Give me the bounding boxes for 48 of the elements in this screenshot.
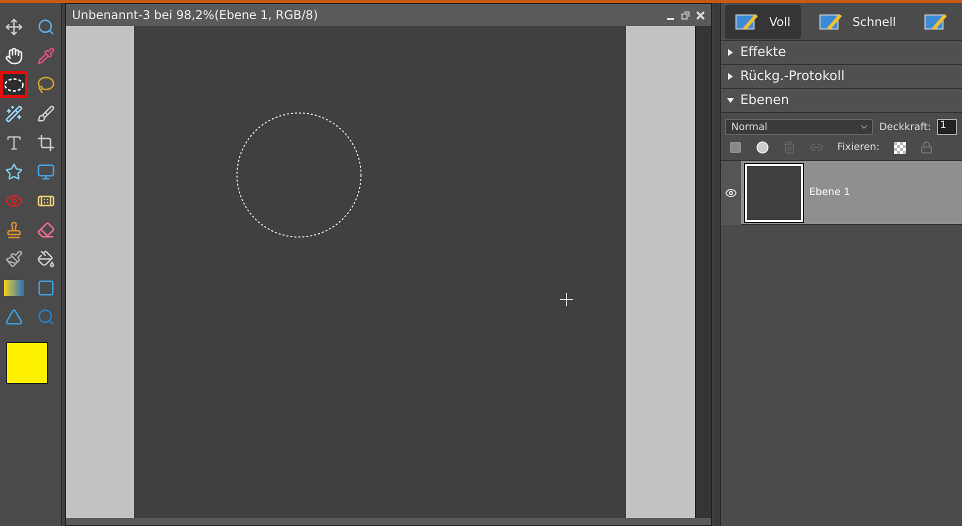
mode-tab[interactable]: Schnell	[808, 4, 906, 38]
crosshair-cursor-icon	[560, 293, 574, 306]
pencil-screen-icon	[818, 12, 843, 32]
gradient-icon	[4, 280, 24, 296]
lock-label: Fixieren:	[837, 142, 880, 153]
lasso-icon	[36, 76, 54, 94]
transparency-lock-icon[interactable]	[894, 142, 906, 154]
adjustment-circle-icon[interactable]	[756, 141, 770, 154]
eye-icon[interactable]	[725, 186, 738, 198]
rectangle-icon	[36, 278, 54, 296]
brush-icon	[36, 104, 54, 122]
panel-header[interactable]: Effekte	[721, 41, 962, 65]
pencil-screen-icon	[924, 12, 948, 32]
layer-name: Ebene 1	[809, 187, 850, 198]
collapse-triangle-icon	[727, 97, 734, 104]
opacity-field[interactable]: 1	[937, 119, 958, 135]
magnifier-icon	[36, 308, 54, 326]
close-icon[interactable]	[696, 10, 705, 20]
eraser-icon	[36, 220, 54, 238]
stamp-icon	[4, 220, 22, 238]
zoom-icon	[36, 18, 54, 36]
type-icon	[4, 134, 22, 152]
eyedropper-icon	[36, 46, 54, 64]
vertical-scrollbar[interactable]	[694, 26, 711, 518]
move-icon	[4, 18, 22, 36]
opacity-label: Deckkraft:	[879, 122, 932, 132]
layer-thumbnail	[745, 164, 804, 222]
new-layer-icon[interactable]	[729, 141, 742, 154]
crop-icon	[36, 134, 54, 152]
hand-icon	[4, 46, 22, 64]
expand-triangle-icon	[727, 73, 734, 80]
monitor-icon	[36, 162, 54, 180]
panel-header[interactable]: Rückg.-Protokoll	[721, 65, 962, 89]
panel-header[interactable]: Ebenen	[721, 89, 962, 113]
document-title: Unbenannt-3 bei 98,2%(Ebene 1, RGB/8)	[72, 8, 318, 22]
paint-bucket-icon	[36, 250, 54, 268]
mode-tab[interactable]: Voll	[725, 4, 801, 38]
restore-icon[interactable]	[680, 10, 690, 20]
paintbrush-icon	[4, 250, 22, 268]
star-icon	[4, 162, 22, 180]
foreground-color-swatch[interactable]	[6, 342, 48, 384]
expand-triangle-icon	[727, 49, 734, 56]
ellipse-marquee-icon	[4, 78, 24, 92]
magic-wand-icon	[4, 104, 22, 122]
triangle-icon	[4, 308, 22, 326]
blend-mode-dropdown[interactable]: Normal	[725, 119, 874, 135]
tool-button[interactable]	[0, 71, 28, 98]
pencil-screen-icon	[735, 12, 760, 32]
